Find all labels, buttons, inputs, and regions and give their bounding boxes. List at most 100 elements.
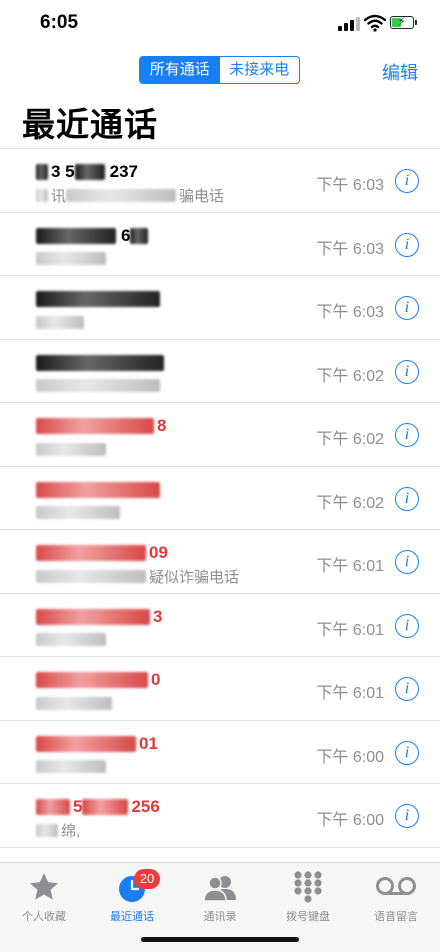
tab-label: 通讯录	[203, 911, 237, 923]
caller-number	[36, 352, 167, 374]
call-row[interactable]: 3 5 237 讯 骗电话 下午 6:03 i	[0, 149, 440, 213]
caller-number-tail: 8	[157, 416, 167, 435]
redacted-block	[36, 227, 116, 244]
call-row-missed[interactable]: 09 疑似诈骗电话 下午 6:01 i	[0, 530, 440, 594]
redacted-block	[36, 481, 160, 498]
call-time: 下午 6:02	[316, 431, 384, 448]
info-icon[interactable]: i	[395, 677, 419, 701]
caller-number-visible: 5	[73, 797, 83, 816]
caller-label	[36, 504, 123, 522]
status-bar: 6:05 ⚡	[0, 0, 440, 48]
call-row-missed[interactable]: 0 下午 6:01 i	[0, 657, 440, 721]
redacted-block	[36, 696, 112, 710]
redacted-block	[36, 188, 48, 202]
battery-icon: ⚡	[390, 16, 414, 29]
redacted-block	[36, 823, 58, 837]
call-row-missed[interactable]: 8 下午 6:02 i	[0, 403, 440, 467]
tab-voicemail[interactable]: 语音留言	[352, 869, 440, 924]
redacted-block	[36, 252, 106, 265]
caller-label	[36, 313, 87, 331]
redacted-block	[36, 545, 146, 561]
call-row[interactable]: 6 下午 6:03 i	[0, 213, 440, 276]
caller-number	[36, 288, 163, 310]
caller-label: 疑似诈骗电话	[36, 567, 240, 586]
info-icon[interactable]: i	[395, 296, 419, 320]
tab-label: 最近通话	[110, 911, 154, 923]
caller-label-tail: 疑似诈骗电话	[149, 568, 240, 586]
caller-number-tail: 6	[121, 225, 131, 245]
tab-contacts[interactable]: 通讯录	[176, 869, 264, 924]
redacted-block	[36, 354, 164, 371]
call-time: 下午 6:02	[316, 367, 384, 385]
star-icon	[30, 873, 58, 900]
caller-label	[36, 377, 163, 395]
caller-label	[36, 250, 109, 268]
info-icon[interactable]: i	[395, 423, 419, 447]
call-row[interactable]: 下午 6:02 i	[0, 340, 440, 403]
redacted-block	[36, 672, 148, 688]
call-time: 下午 6:03	[316, 177, 384, 194]
caller-number-tail: 256	[131, 797, 160, 816]
caller-number-tail: 0	[151, 670, 161, 689]
recent-calls-list: 3 5 237 讯 骗电话 下午 6:03 i 6 下午 6:03 i 下午 6…	[0, 148, 440, 848]
segment-all-calls[interactable]: 所有通话	[140, 57, 220, 83]
call-row[interactable]: 下午 6:03 i	[0, 276, 440, 340]
tab-keypad[interactable]: 拨号键盘	[264, 869, 352, 924]
call-filter-segmented-control[interactable]: 所有通话 未接来电	[139, 56, 300, 84]
caller-label: 绵,	[36, 821, 80, 840]
voicemail-icon	[376, 877, 416, 895]
redacted-block	[36, 735, 136, 752]
caller-number: 6	[36, 225, 151, 247]
redacted-block	[36, 569, 146, 583]
caller-label	[36, 758, 109, 776]
caller-label	[36, 631, 109, 649]
caller-number: 8	[36, 415, 166, 437]
tab-label: 个人收藏	[22, 911, 66, 923]
caller-number: 3	[36, 606, 162, 628]
caller-label	[36, 440, 109, 458]
call-row-missed[interactable]: 3 下午 6:01 i	[0, 594, 440, 657]
call-row-missed[interactable]: 01 下午 6:00 i	[0, 721, 440, 784]
info-icon[interactable]: i	[395, 550, 419, 574]
redacted-block	[66, 188, 177, 202]
info-icon[interactable]: i	[395, 359, 419, 384]
info-icon[interactable]: i	[395, 232, 419, 257]
redacted-block	[36, 799, 70, 815]
redacted-block	[36, 315, 84, 329]
page-title: 最近通话	[22, 106, 158, 143]
caller-number: 01	[36, 733, 158, 755]
info-icon[interactable]: i	[395, 804, 419, 828]
caller-label	[36, 694, 115, 712]
caller-number: 3 5 237	[36, 161, 138, 183]
tab-recents[interactable]: 20 最近通话	[88, 869, 176, 924]
redacted-block	[74, 164, 105, 180]
call-time: 下午 6:01	[316, 685, 384, 702]
call-time: 下午 6:00	[316, 812, 384, 829]
call-row-missed[interactable]: 5 256 绵, 下午 6:00 i	[0, 784, 440, 848]
info-icon[interactable]: i	[395, 486, 419, 511]
redacted-block	[36, 506, 120, 519]
wifi-icon	[364, 14, 386, 32]
caller-number	[36, 479, 163, 501]
tab-favorites[interactable]: 个人收藏	[0, 869, 88, 924]
battery-cap	[415, 20, 417, 25]
caller-number-visible: 3 5	[51, 162, 75, 181]
contacts-icon	[203, 876, 236, 902]
info-icon[interactable]: i	[395, 613, 419, 638]
caller-number: 0	[36, 669, 160, 691]
status-time: 6:05	[40, 12, 79, 33]
tab-label: 语音留言	[374, 911, 418, 923]
segment-missed-calls[interactable]: 未接来电	[220, 57, 300, 83]
info-icon[interactable]: i	[395, 740, 419, 765]
missed-calls-badge: 20	[134, 869, 160, 889]
call-row-missed[interactable]: 下午 6:02 i	[0, 467, 440, 530]
edit-button[interactable]: 编辑	[382, 59, 418, 85]
caller-label-visible: 讯	[51, 187, 67, 205]
redacted-block	[36, 608, 150, 625]
info-icon[interactable]: i	[395, 169, 419, 193]
caller-number-tail: 09	[149, 543, 168, 562]
caller-label: 讯 骗电话	[36, 186, 225, 205]
caller-label-tail: 骗电话	[179, 187, 225, 205]
home-indicator[interactable]	[141, 937, 299, 942]
keypad-icon	[294, 871, 322, 903]
